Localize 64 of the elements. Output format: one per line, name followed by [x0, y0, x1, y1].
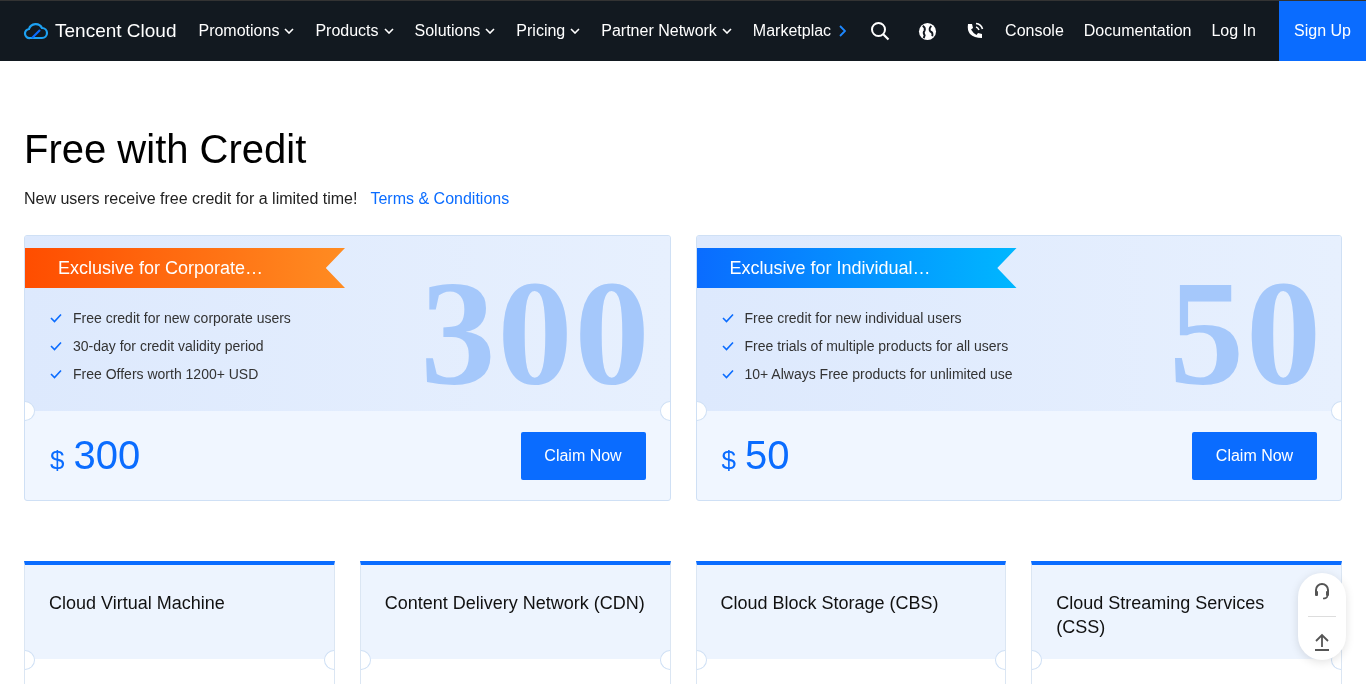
check-icon [721, 369, 734, 379]
product-card[interactable]: Cloud Virtual Machine [24, 561, 335, 684]
claim-now-button[interactable]: Claim Now [520, 431, 646, 480]
page-title: Free with Credit [24, 127, 308, 171]
watermark-number: 50 [1169, 258, 1323, 408]
header-link[interactable]: Console [1005, 22, 1064, 40]
nav-menu-item[interactable]: Marketplac [752, 22, 832, 40]
phone-icon[interactable] [965, 21, 986, 41]
product-name: Cloud Streaming Services (CSS) [1056, 593, 1265, 637]
product-card[interactable]: Cloud Streaming Services (CSS) [1031, 561, 1342, 684]
check-icon [50, 313, 62, 323]
ribbon-banner: Exclusive for Individual… [696, 248, 1017, 288]
product-card[interactable]: Cloud Block Storage (CBS) [695, 561, 1007, 684]
terms-link[interactable]: Terms & Conditions [370, 190, 510, 208]
credit-amount: 300 [73, 433, 141, 478]
ribbon-banner: Exclusive for Corporate… [25, 248, 345, 288]
globe-icon[interactable] [918, 21, 938, 41]
check-icon [50, 369, 62, 379]
nav-menu-item[interactable]: Solutions [414, 22, 496, 40]
product-name: Cloud Block Storage (CBS) [720, 593, 939, 613]
feature-text: Free Offers worth 1200+ USD [73, 366, 259, 382]
product-name: Cloud Virtual Machine [49, 593, 225, 613]
credit-amount: 50 [744, 433, 790, 478]
currency-symbol: $ [721, 445, 736, 476]
claim-now-button[interactable]: Claim Now [1192, 431, 1317, 480]
feature-text: 30-day for credit validity period [73, 338, 264, 354]
logo[interactable]: Tencent Cloud [23, 20, 177, 42]
feature-text: Free trials of multiple products for all users [744, 338, 1009, 354]
ticket-notch [1032, 650, 1043, 670]
header-link[interactable]: Documentation [1083, 22, 1192, 40]
chevron-down-icon [721, 28, 732, 34]
back-to-top-icon[interactable] [1312, 632, 1332, 653]
check-icon [50, 341, 62, 351]
nav-menu-item[interactable]: Products [315, 22, 394, 40]
ticket-notch [25, 650, 35, 670]
chevron-down-icon [570, 28, 581, 34]
chevron-down-icon [485, 28, 496, 34]
nav-menu-item[interactable]: Pricing [516, 22, 581, 40]
ticket-notch [360, 650, 371, 670]
feature-text: Free credit for new corporate users [73, 310, 291, 326]
logo-text: Tencent Cloud [55, 20, 177, 42]
ticket-notch [696, 650, 707, 670]
product-card[interactable]: Content Delivery Network (CDN) [359, 561, 671, 684]
search-icon[interactable] [870, 21, 891, 41]
ticket-notch [659, 650, 670, 670]
currency-symbol: $ [50, 445, 65, 476]
watermark-number: 300 [420, 258, 652, 408]
feature-text: Free credit for new individual users [744, 310, 962, 326]
headset-icon[interactable] [1312, 580, 1332, 601]
sign-up-button[interactable]: Sign Up [1279, 1, 1366, 61]
nav-menu-item[interactable]: Partner Network [601, 22, 732, 40]
chevron-down-icon [383, 28, 394, 34]
cloud-logo-icon [23, 22, 49, 40]
ticket-notch [995, 650, 1006, 670]
check-icon [721, 313, 734, 323]
product-name: Content Delivery Network (CDN) [384, 593, 645, 613]
feature-text: 10+ Always Free products for unlimited use [744, 366, 1013, 382]
ticket-notch [323, 650, 334, 670]
chevron-down-icon [284, 28, 295, 34]
nav-menu-item[interactable]: Promotions [198, 22, 295, 40]
chevron-right-icon[interactable] [839, 25, 847, 37]
subtitle: New users receive free credit for a limited time! [24, 190, 358, 208]
header-link[interactable]: Log In [1211, 22, 1256, 40]
check-icon [721, 341, 734, 351]
